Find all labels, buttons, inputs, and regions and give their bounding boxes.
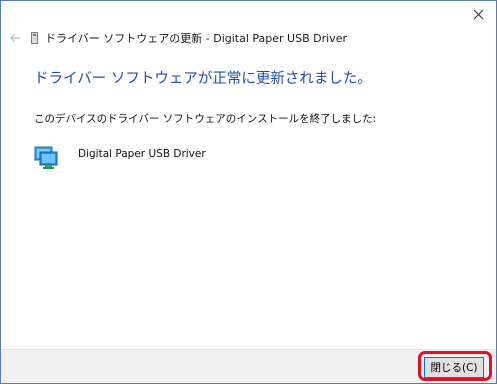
window-close-button[interactable] xyxy=(460,1,496,27)
driver-update-window: ドライバー ソフトウェアの更新 - Digital Paper USB Driv… xyxy=(0,0,497,384)
dialog-footer: 閉じる(C) xyxy=(1,349,496,383)
completion-message: このデバイスのドライバー ソフトウェアのインストールを終了しました: xyxy=(34,113,377,125)
success-heading: ドライバー ソフトウェアが正常に更新されました。 xyxy=(34,71,372,87)
device-manager-icon xyxy=(31,32,39,44)
close-button[interactable]: 閉じる(C) xyxy=(424,357,484,378)
window-title: ドライバー ソフトウェアの更新 - Digital Paper USB Driv… xyxy=(45,32,347,45)
monitor-device-icon xyxy=(34,146,58,169)
back-arrow-icon xyxy=(10,34,20,42)
close-icon xyxy=(473,9,483,19)
device-name: Digital Paper USB Driver xyxy=(78,148,206,160)
back-button[interactable] xyxy=(7,30,23,46)
window-header: ドライバー ソフトウェアの更新 - Digital Paper USB Driv… xyxy=(7,29,347,47)
device-entry: Digital Paper USB Driver xyxy=(34,142,206,170)
